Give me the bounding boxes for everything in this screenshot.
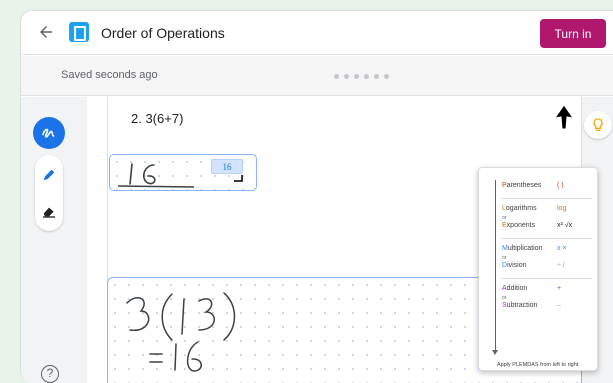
hint-divider	[502, 198, 592, 199]
hint-row: Multiplication	[502, 245, 543, 252]
top-bar: Order of Operations Turn in	[21, 11, 613, 55]
eraser-icon	[43, 207, 55, 218]
hint-symbol: x² √x	[557, 222, 573, 229]
tool-rail: ?	[21, 97, 87, 383]
hint-or: or	[502, 295, 507, 301]
hint-symbol: ( )	[557, 182, 564, 189]
page-dot[interactable]	[334, 74, 339, 79]
hint-or: or	[502, 215, 507, 221]
help-icon[interactable]: ?	[41, 365, 59, 383]
hint-arrow	[495, 180, 496, 353]
pemdas-hint-card: Parentheses ( ) Logarithms log or Expone…	[478, 167, 598, 371]
answer-box[interactable]: 16	[109, 154, 257, 191]
page-dot[interactable]	[364, 74, 369, 79]
handwritten-work	[126, 292, 236, 372]
page-dot[interactable]	[374, 74, 379, 79]
hint-symbol: log	[557, 205, 567, 212]
status-bar: Saved seconds ago	[21, 56, 613, 96]
hint-row: Division	[502, 262, 527, 269]
mouse-cursor-icon	[553, 104, 575, 130]
pen-tool-button[interactable]	[35, 161, 63, 189]
hint-arrow-head	[492, 350, 498, 355]
hint-row: Parentheses	[502, 182, 542, 189]
hint-symbol: ÷ /	[557, 262, 565, 269]
draw-tool-icon	[42, 128, 55, 138]
hint-divider	[502, 238, 592, 239]
answer-badge: 16	[211, 159, 243, 174]
problem-text: 2. 3(6+7)	[131, 111, 184, 126]
hint-row: Subtraction	[502, 302, 538, 309]
eraser-tool-button[interactable]	[35, 197, 63, 225]
hint-symbol: x ×	[557, 245, 567, 252]
hint-row: Exponents	[502, 222, 536, 229]
hint-footer: Apply PLEMDAS from left to right	[497, 362, 579, 368]
app-logo-icon	[69, 22, 89, 42]
page-title: Order of Operations	[101, 25, 225, 41]
page-dot[interactable]	[354, 74, 359, 79]
hint-divider	[502, 278, 592, 279]
pen-icon	[43, 169, 55, 181]
hint-row: Logarithms	[502, 205, 537, 212]
page-dot[interactable]	[344, 74, 349, 79]
hint-row: Addition	[502, 285, 528, 292]
hint-or: or	[502, 255, 507, 261]
hint-symbol: –	[557, 302, 561, 309]
page-dot[interactable]	[384, 74, 389, 79]
back-arrow-icon[interactable]	[37, 23, 55, 41]
lightbulb-icon	[593, 118, 603, 131]
draw-tool-button[interactable]	[33, 117, 65, 149]
hint-symbol: +	[557, 285, 562, 292]
page-indicator	[334, 74, 389, 79]
saved-status: Saved seconds ago	[61, 69, 158, 81]
turn-in-button[interactable]: Turn in	[540, 19, 606, 48]
hint-button[interactable]	[584, 111, 612, 139]
